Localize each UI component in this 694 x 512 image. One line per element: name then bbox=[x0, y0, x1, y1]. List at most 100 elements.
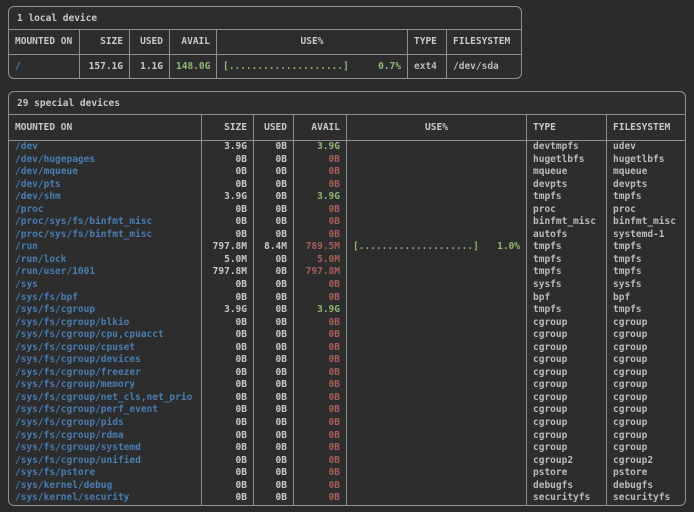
filesystem-cell: cgroup bbox=[606, 442, 685, 455]
mount-point-cell: /sys/fs/bpf bbox=[9, 292, 201, 305]
used-cell: 0B bbox=[253, 379, 293, 392]
filesystem-cell: debugfs bbox=[606, 480, 685, 493]
used-cell: 0B bbox=[253, 191, 293, 204]
avail-cell: 0B bbox=[293, 417, 346, 430]
used-cell: 0B bbox=[253, 342, 293, 355]
filesystem-cell: proc bbox=[606, 204, 685, 217]
size-cell: 3.9G bbox=[201, 191, 253, 204]
avail-cell: 0B bbox=[293, 166, 346, 179]
fs-type-cell: tmpfs bbox=[526, 191, 606, 204]
avail-cell: 0B bbox=[293, 179, 346, 192]
size-cell: 3.9G bbox=[201, 141, 253, 154]
fs-type-cell: cgroup bbox=[526, 442, 606, 455]
avail-cell: 0B bbox=[293, 379, 346, 392]
mount-point-cell: /sys/kernel/security bbox=[9, 492, 201, 505]
avail-cell: 0B bbox=[293, 404, 346, 417]
mount-point-cell: /dev/shm bbox=[9, 191, 201, 204]
mount-point-cell: /dev/hugepages bbox=[9, 154, 201, 167]
usage-bar-cell bbox=[346, 204, 526, 217]
usage-bar-cell bbox=[346, 179, 526, 192]
used-cell: 0B bbox=[253, 254, 293, 267]
column-header-used: USED bbox=[253, 115, 293, 140]
avail-cell: 0B bbox=[293, 279, 346, 292]
used-cell: 0B bbox=[253, 279, 293, 292]
size-cell: 0B bbox=[201, 480, 253, 493]
size-cell: 0B bbox=[201, 467, 253, 480]
used-cell: 0B bbox=[253, 304, 293, 317]
filesystem-cell: cgroup bbox=[606, 430, 685, 443]
avail-cell: 0B bbox=[293, 292, 346, 305]
avail-cell: 0B bbox=[293, 216, 346, 229]
size-cell: 0B bbox=[201, 455, 253, 468]
size-cell: 0B bbox=[201, 216, 253, 229]
fs-type-cell: cgroup bbox=[526, 342, 606, 355]
used-cell: 0B bbox=[253, 455, 293, 468]
avail-cell: 0B bbox=[293, 442, 346, 455]
usage-bar-cell bbox=[346, 404, 526, 417]
used-cell: 0B bbox=[253, 480, 293, 493]
fs-type-cell: debugfs bbox=[526, 480, 606, 493]
usage-bar-cell bbox=[346, 442, 526, 455]
local-table-header: MOUNTED ON SIZE USED AVAIL USE% TYPE FIL… bbox=[9, 30, 521, 55]
fs-type-cell: devpts bbox=[526, 179, 606, 192]
mount-point-cell: /proc bbox=[9, 204, 201, 217]
size-cell: 0B bbox=[201, 342, 253, 355]
usage-bar-cell bbox=[346, 216, 526, 229]
used-cell: 0B bbox=[253, 467, 293, 480]
avail-cell: 0B bbox=[293, 492, 346, 505]
column-header-avail: AVAIL bbox=[293, 115, 346, 140]
size-cell: 0B bbox=[201, 442, 253, 455]
used-cell: 0B bbox=[253, 354, 293, 367]
usage-bar-cell: [....................]0.7% bbox=[216, 55, 407, 78]
mount-point-cell: / bbox=[9, 55, 79, 78]
mount-point-cell: /dev bbox=[9, 141, 201, 154]
local-devices-table: 1 local device MOUNTED ON SIZE USED AVAI… bbox=[8, 6, 522, 79]
mount-point-cell: /run/user/1001 bbox=[9, 266, 201, 279]
usage-bar-cell bbox=[346, 317, 526, 330]
fs-type-cell: ext4 bbox=[407, 55, 446, 78]
size-cell: 0B bbox=[201, 279, 253, 292]
mount-point-cell: /sys/fs/cgroup/blkio bbox=[9, 317, 201, 330]
fs-type-cell: autofs bbox=[526, 229, 606, 242]
usage-bar-cell bbox=[346, 141, 526, 154]
mount-point-cell: /sys/fs/cgroup/cpu,cpuacct bbox=[9, 329, 201, 342]
mount-point-cell: /sys/fs/cgroup/net_cls,net_prio bbox=[9, 392, 201, 405]
usage-bar-cell bbox=[346, 392, 526, 405]
usage-bar-cell: [....................]1.0% bbox=[346, 241, 526, 254]
filesystem-cell: tmpfs bbox=[606, 266, 685, 279]
fs-type-cell: cgroup bbox=[526, 417, 606, 430]
usage-bar-cell bbox=[346, 304, 526, 317]
size-cell: 0B bbox=[201, 179, 253, 192]
column-header-avail: AVAIL bbox=[169, 30, 216, 54]
usage-bar-cell bbox=[346, 292, 526, 305]
filesystem-cell: pstore bbox=[606, 467, 685, 480]
avail-cell: 3.9G bbox=[293, 191, 346, 204]
fs-type-cell: cgroup bbox=[526, 367, 606, 380]
filesystem-cell: mqueue bbox=[606, 166, 685, 179]
size-cell: 0B bbox=[201, 354, 253, 367]
used-cell: 0B bbox=[253, 266, 293, 279]
usage-bar-cell bbox=[346, 254, 526, 267]
filesystem-cell: cgroup bbox=[606, 367, 685, 380]
mount-point-cell: /sys/fs/cgroup/pids bbox=[9, 417, 201, 430]
mount-point-cell: /proc/sys/fs/binfmt_misc bbox=[9, 229, 201, 242]
fs-type-cell: securityfs bbox=[526, 492, 606, 505]
fs-type-cell: tmpfs bbox=[526, 304, 606, 317]
fs-type-cell: cgroup bbox=[526, 430, 606, 443]
usage-bar-cell bbox=[346, 266, 526, 279]
fs-type-cell: tmpfs bbox=[526, 241, 606, 254]
filesystem-cell: cgroup bbox=[606, 379, 685, 392]
column-header-filesystem: FILESYSTEM bbox=[606, 115, 685, 140]
used-cell: 0B bbox=[253, 292, 293, 305]
fs-type-cell: cgroup bbox=[526, 317, 606, 330]
used-cell: 0B bbox=[253, 317, 293, 330]
column-header-mounted-on: MOUNTED ON bbox=[9, 30, 79, 54]
used-cell: 0B bbox=[253, 417, 293, 430]
mount-point-cell: /sys/fs/cgroup/devices bbox=[9, 354, 201, 367]
avail-cell: 797.8M bbox=[293, 266, 346, 279]
mount-point-cell: /sys/fs/pstore bbox=[9, 467, 201, 480]
special-devices-table: 29 special devices MOUNTED ON SIZE USED … bbox=[8, 91, 686, 506]
column-header-size: SIZE bbox=[201, 115, 253, 140]
filesystem-cell: cgroup bbox=[606, 329, 685, 342]
mount-point-cell: /sys/fs/cgroup/rdma bbox=[9, 430, 201, 443]
